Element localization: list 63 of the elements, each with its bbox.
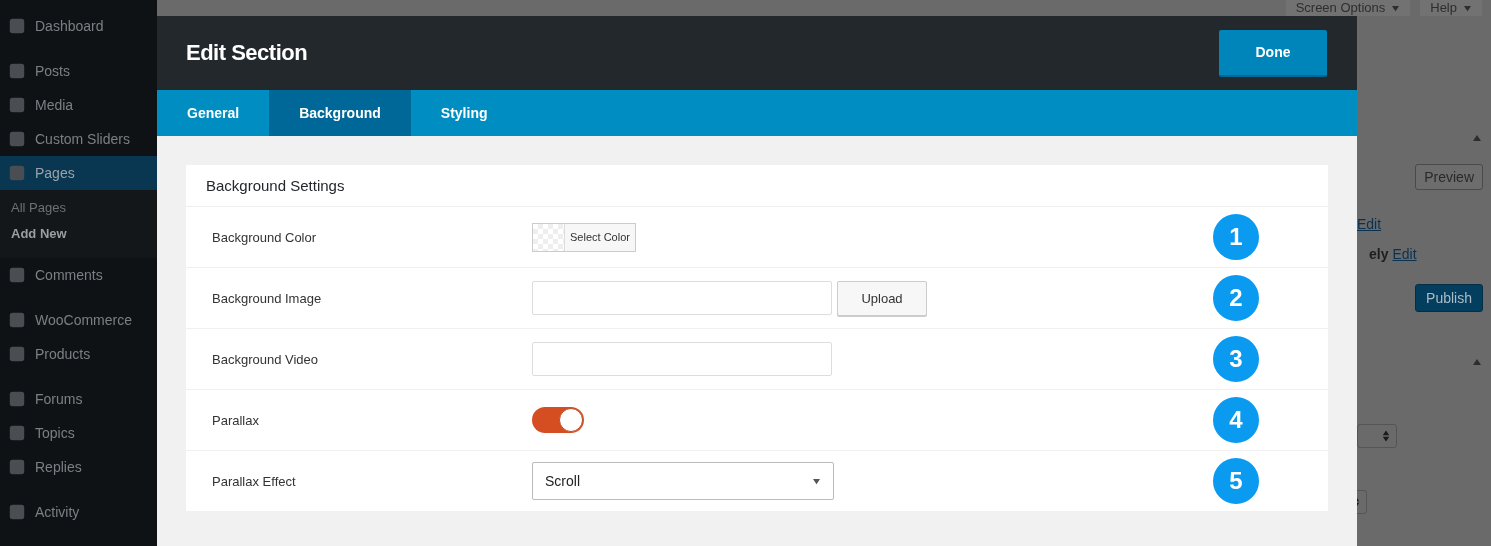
- dropdown-field[interactable]: Scroll: [532, 462, 834, 500]
- field-label: Parallax: [211, 412, 260, 428]
- tab[interactable]: General: [157, 90, 270, 136]
- field-label: Parallax Effect: [211, 473, 297, 489]
- preview-button[interactable]: Preview: [1415, 164, 1483, 190]
- submenu-item[interactable]: All Pages: [0, 196, 157, 222]
- tab[interactable]: Styling: [410, 90, 518, 136]
- color-picker-button[interactable]: Select Color: [532, 222, 636, 252]
- sidebar-item[interactable]: WooCommerce: [0, 303, 157, 337]
- edit-link[interactable]: Edit: [1357, 216, 1382, 232]
- header-tab-button[interactable]: Help: [1420, 0, 1482, 16]
- square-icon: [8, 62, 26, 80]
- collapse-arrow-icon[interactable]: [1472, 134, 1482, 142]
- square-icon: [8, 17, 26, 35]
- status-text: ely: [1369, 246, 1389, 262]
- submenu-item[interactable]: Add New: [0, 222, 157, 248]
- square-icon: [8, 311, 26, 329]
- caret-icon: [1391, 4, 1401, 12]
- sidebar-item[interactable]: Custom Sliders: [0, 122, 157, 156]
- square-icon: [8, 266, 26, 284]
- sidebar-item[interactable]: Posts: [0, 54, 157, 88]
- sidebar-item[interactable]: Activity: [0, 495, 157, 529]
- sidebar-item[interactable]: Pages: [0, 156, 157, 190]
- square-icon: [8, 390, 26, 408]
- transparent-swatch-icon: [533, 223, 565, 251]
- modal-title: Edit Section: [186, 40, 308, 66]
- updown-arrows-icon: [1382, 429, 1390, 443]
- sidebar-item[interactable]: Dashboard: [0, 9, 157, 43]
- square-icon: [8, 458, 26, 476]
- sidebar-item[interactable]: Comments: [0, 258, 157, 292]
- number-badge: 3: [1211, 334, 1261, 384]
- number-badge: 2: [1211, 273, 1261, 323]
- done-button[interactable]: Done: [1219, 29, 1327, 77]
- select-field[interactable]: [1357, 424, 1397, 448]
- square-icon: [8, 345, 26, 363]
- image-url-field[interactable]: [532, 281, 832, 315]
- sidebar-item[interactable]: Topics: [0, 416, 157, 450]
- upload-button[interactable]: Upload: [837, 280, 927, 316]
- video-url-field[interactable]: [532, 342, 832, 376]
- parallax-toggle[interactable]: [532, 407, 584, 433]
- number-badge: 5: [1211, 456, 1261, 506]
- sidebar-item[interactable]: Replies: [0, 450, 157, 484]
- tab[interactable]: Background: [269, 90, 411, 136]
- number-badge: 4: [1211, 395, 1261, 445]
- square-icon: [8, 164, 26, 182]
- number-badge: 1: [1211, 212, 1261, 262]
- sidebar-item[interactable]: Products: [0, 337, 157, 371]
- field-label: Background Color: [211, 229, 318, 245]
- caret-icon: [1463, 4, 1472, 12]
- collapse-arrow-icon[interactable]: [1472, 358, 1482, 366]
- panel-heading: Background Settings: [186, 165, 1328, 207]
- header-tab-button[interactable]: Screen Options: [1285, 0, 1411, 16]
- square-icon: [8, 424, 26, 442]
- dropdown-arrow-icon: [812, 477, 821, 485]
- square-icon: [8, 503, 26, 521]
- sidebar-item[interactable]: Media: [0, 88, 157, 122]
- square-icon: [8, 96, 26, 114]
- square-icon: [8, 130, 26, 148]
- sidebar-item[interactable]: Forums: [0, 382, 157, 416]
- field-label: Background Image: [211, 290, 323, 306]
- publish-button[interactable]: Publish: [1415, 284, 1483, 312]
- edit-link[interactable]: Edit: [1392, 246, 1417, 262]
- field-label: Background Video: [211, 351, 319, 367]
